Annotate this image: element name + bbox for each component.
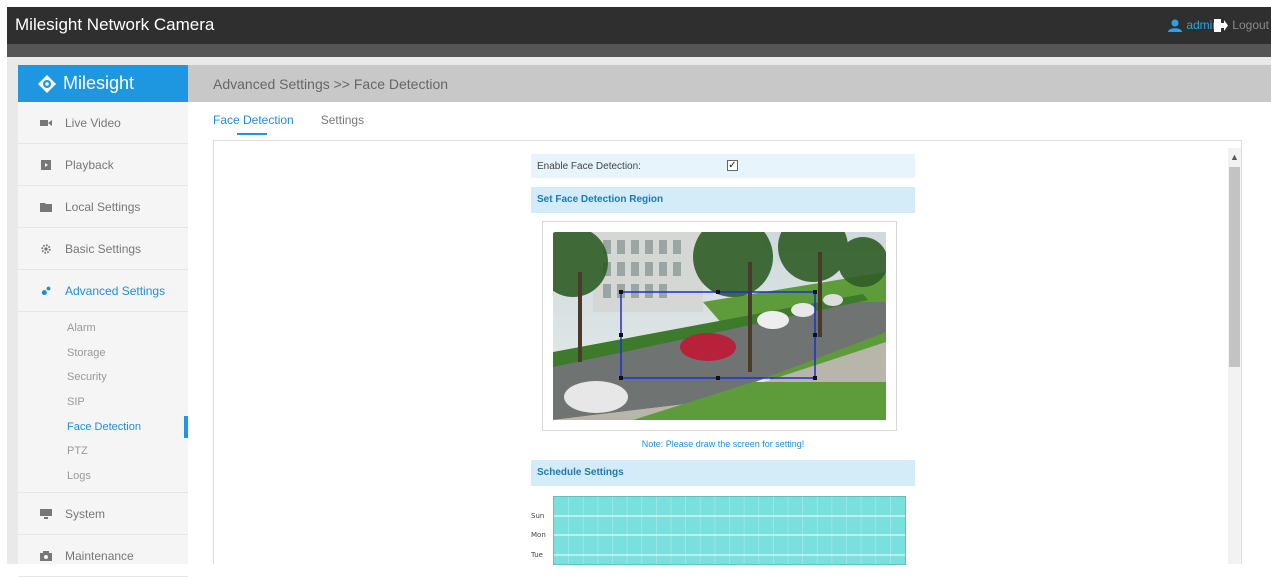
breadcrumb: Advanced Settings >> Face Detection [213,76,449,92]
folder-icon [40,202,52,212]
user-icon [1168,19,1183,32]
logo-text: Milesight [63,73,135,93]
schedule-day-mon: Mon [531,531,546,539]
sidebar-item-label: Basic Settings [65,241,142,256]
schedule-grid-lines [554,497,905,564]
enable-face-detection-row: Enable Face Detection: ✓ [531,154,915,178]
sidebar-item-live-video[interactable]: Live Video [18,102,188,144]
sidebar-item-label: Playback [65,157,114,172]
submenu-item-storage[interactable]: Storage [18,341,188,366]
submenu-item-sip[interactable]: SIP [18,390,188,415]
maintenance-icon [40,550,52,561]
sidebar-item-playback[interactable]: Playback [18,144,188,186]
region-section-title: Set Face Detection Region [531,187,915,213]
playback-icon [41,159,51,170]
sidebar-item-label: Advanced Settings [65,283,166,298]
sidebar-item-label: System [65,506,106,521]
sidebar-item-maintenance[interactable]: Maintenance [18,535,188,577]
brand-logo[interactable]: Milesight [18,65,188,102]
tab-settings[interactable]: Settings [321,113,364,131]
gear-icon [41,243,51,254]
sidebar: Milesight Live Video Playback Local Sett… [18,65,188,577]
logout-label[interactable]: Logout [1232,18,1269,32]
monitor-icon [40,508,52,519]
detection-region-canvas[interactable] [542,221,897,431]
submenu-item-logs[interactable]: Logs [18,464,188,489]
submenu-item-alarm[interactable]: Alarm [18,316,188,341]
logout-button[interactable]: Logout [1214,18,1269,32]
submenu-item-face-detection[interactable]: Face Detection [18,414,188,439]
submenu-item-ptz[interactable]: PTZ [18,439,188,464]
scrollbar-thumb[interactable] [1229,167,1240,367]
tab-face-detection[interactable]: Face Detection [213,113,294,135]
sidebar-item-advanced-settings[interactable]: Advanced Settings [18,270,188,312]
vertical-scrollbar[interactable]: ▲ [1228,148,1241,564]
schedule-chart: Sun Mon Tue [531,494,915,565]
top-bar: Milesight Network Camera admin Logout [7,7,1271,44]
region-note: Note: Please draw the screen for setting… [641,439,805,449]
schedule-day-sun: Sun [531,512,545,520]
user-menu[interactable]: admin [1168,18,1219,32]
schedule-section-title: Schedule Settings [531,460,915,486]
schedule-grid[interactable] [553,496,906,565]
advanced-settings-icon [41,286,51,295]
enable-face-detection-checkbox[interactable]: ✓ [727,160,738,171]
sidebar-item-basic-settings[interactable]: Basic Settings [18,228,188,270]
main-content: Face Detection Settings Enable Face Dete… [188,102,1271,565]
camera-preview-image[interactable] [553,232,886,420]
sub-bar [7,44,1271,57]
enable-face-detection-label: Enable Face Detection: [537,161,641,172]
tab-bar: Face Detection Settings [213,113,364,135]
main-header: Advanced Settings >> Face Detection [188,65,1271,102]
logout-icon [1214,18,1229,32]
sidebar-item-label: Local Settings [65,199,141,214]
sidebar-item-label: Maintenance [65,548,134,563]
milesight-logo-icon [38,74,56,93]
video-camera-icon [40,119,52,126]
settings-panel: Enable Face Detection: ✓ Set Face Detect… [213,140,1242,565]
sidebar-item-local-settings[interactable]: Local Settings [18,186,188,228]
app-title: Milesight Network Camera [15,15,215,34]
submenu-item-security[interactable]: Security [18,365,188,390]
sidebar-item-system[interactable]: System [18,493,188,536]
schedule-day-tue: Tue [531,551,543,559]
sidebar-item-label: Live Video [65,115,121,130]
advanced-submenu: Alarm Storage Security SIP Face Detectio… [18,312,188,494]
scroll-up-icon[interactable]: ▲ [1228,152,1241,162]
